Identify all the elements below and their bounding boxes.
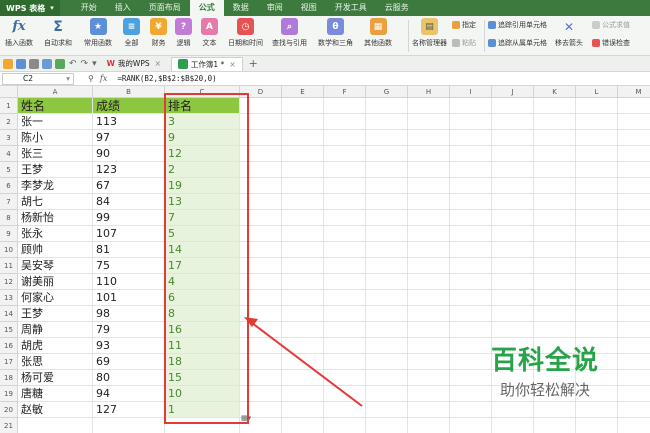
watermark-subtitle: 助你轻松解决 [499, 381, 590, 399]
watermark-title: 百科全说 [490, 346, 599, 376]
watermark: 百科全说 助你轻松解决 [470, 340, 620, 405]
paste-options-icon[interactable]: ▦▾ [241, 414, 251, 422]
arrow-line [251, 322, 363, 407]
